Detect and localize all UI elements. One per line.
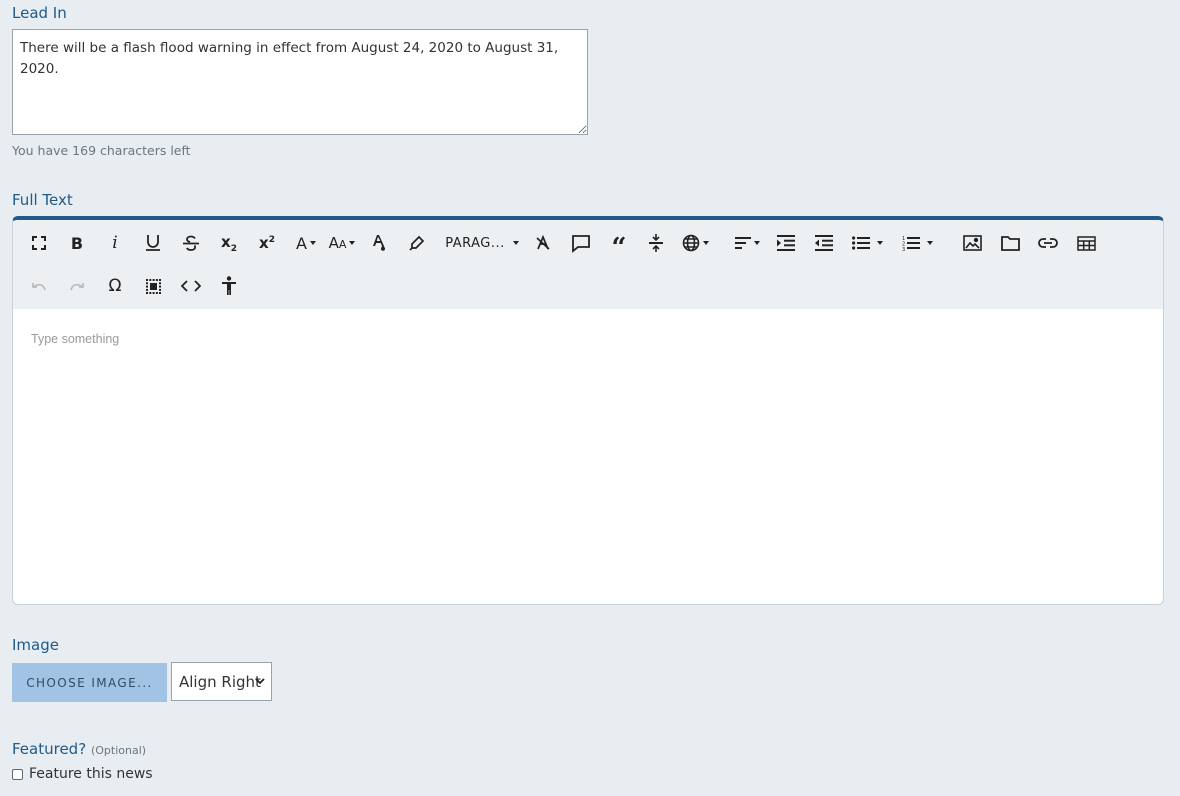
image-label: Image [12, 636, 59, 654]
redo-icon[interactable] [63, 270, 91, 302]
svg-text:3: 3 [902, 247, 905, 251]
underline-icon[interactable] [139, 227, 167, 259]
editor-toolbar: B i x2 x2 A AA PARAG... “ 1 2 3 Ω [13, 220, 1163, 309]
language-icon[interactable] [679, 227, 711, 259]
lead-in-label: Lead In [12, 4, 67, 22]
featured-title: Featured? [12, 740, 87, 758]
strikethrough-icon[interactable] [177, 227, 205, 259]
outdent-icon[interactable] [810, 227, 838, 259]
paragraph-format-dropdown[interactable]: PARAG... [441, 227, 523, 259]
insert-image-icon[interactable] [959, 227, 985, 259]
font-family-icon[interactable]: A [291, 227, 321, 259]
feature-news-label[interactable]: Feature this news [29, 766, 153, 782]
lead-in-textarea[interactable] [12, 29, 588, 135]
editor-placeholder[interactable]: Type something [31, 332, 119, 346]
clear-formatting-icon[interactable] [531, 227, 555, 259]
image-align-select[interactable]: Align Right [171, 662, 272, 701]
indent-icon[interactable] [772, 227, 800, 259]
background-color-icon[interactable] [405, 227, 429, 259]
rich-text-editor: B i x2 x2 A AA PARAG... “ 1 2 3 Ω Type s… [12, 216, 1164, 605]
font-size-icon[interactable]: AA [326, 227, 358, 259]
special-characters-icon[interactable]: Ω [101, 270, 129, 302]
ordered-list-icon[interactable]: 123 [897, 227, 937, 259]
text-color-icon[interactable] [367, 227, 391, 259]
italic-icon[interactable]: i [101, 227, 129, 259]
full-text-label: Full Text [12, 191, 73, 209]
insert-table-icon[interactable] [1073, 227, 1099, 259]
code-view-icon[interactable] [177, 270, 205, 302]
line-height-icon[interactable] [644, 227, 668, 259]
select-all-icon[interactable] [139, 270, 167, 302]
fullscreen-icon[interactable] [25, 227, 53, 259]
choose-image-button[interactable]: CHOOSE IMAGE... [12, 663, 167, 702]
featured-label: Featured? (Optional) [12, 740, 146, 758]
insert-file-icon[interactable] [997, 227, 1023, 259]
inline-class-icon[interactable] [568, 227, 594, 259]
insert-link-icon[interactable] [1035, 227, 1061, 259]
accessibility-icon[interactable] [215, 270, 243, 302]
unordered-list-icon[interactable] [847, 227, 887, 259]
superscript-icon[interactable]: x2 [253, 227, 281, 259]
feature-news-checkbox[interactable] [12, 768, 23, 780]
undo-icon[interactable] [25, 270, 53, 302]
optional-tag: (Optional) [90, 744, 147, 757]
feature-news-row[interactable]: Feature this news [12, 766, 153, 782]
image-align-value: Align Right [179, 672, 261, 691]
chevron-down-icon [255, 678, 265, 685]
subscript-icon[interactable]: x2 [215, 227, 243, 259]
quote-icon[interactable]: “ [607, 227, 631, 261]
bold-icon[interactable]: B [63, 227, 91, 259]
align-icon[interactable] [731, 227, 763, 259]
paragraph-format-label: PARAG... [445, 235, 505, 251]
characters-left-hint: You have 169 characters left [12, 143, 191, 158]
